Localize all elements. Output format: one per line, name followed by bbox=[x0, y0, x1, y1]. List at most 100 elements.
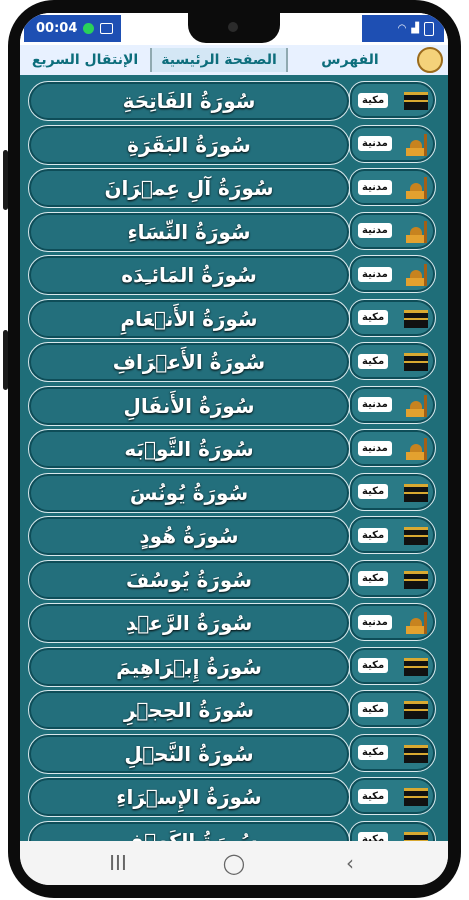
surah-name-button[interactable]: سُورَةُ الفَاتِحَةِ bbox=[28, 81, 350, 121]
surah-type-tag: مدنية bbox=[349, 603, 436, 641]
surah-row[interactable]: سُورَةُ النَّحۡلِ مكية bbox=[28, 733, 440, 774]
surah-type-tag: مكية bbox=[349, 516, 436, 554]
surah-row[interactable]: سُورَةُ الأَعۡرَافِ مكية bbox=[28, 342, 440, 382]
surah-list[interactable]: سُورَةُ الفَاتِحَةِ مكية سُورَةُ البَقَرَة… bbox=[20, 75, 448, 841]
battery-icon bbox=[424, 21, 434, 36]
surah-row[interactable]: سُورَةُ البَقَرَةِ مدنية bbox=[28, 124, 440, 165]
surah-type-tag: مكية bbox=[349, 777, 436, 815]
revelation-type-label: مكية bbox=[358, 527, 389, 543]
status-right: ◠ ▟ bbox=[362, 15, 444, 42]
surah-name-button[interactable]: سُورَةُ الكَهۡفِ bbox=[28, 820, 350, 841]
surah-name-button[interactable]: سُورَةُ هُودٍ bbox=[28, 516, 350, 556]
surah-row[interactable]: سُورَةُ الكَهۡفِ مكية bbox=[28, 820, 440, 841]
surah-name-button[interactable]: سُورَةُ آلِ عِمۡرَانَ bbox=[28, 168, 350, 208]
logo-icon bbox=[417, 47, 443, 73]
revelation-type-label: مدنية bbox=[358, 614, 392, 630]
mosque-icon bbox=[401, 392, 431, 418]
clock: 00:04 bbox=[36, 21, 78, 36]
surah-name-button[interactable]: سُورَةُ الأَعۡرَافِ bbox=[28, 342, 350, 382]
whatsapp-icon bbox=[83, 23, 95, 34]
surah-type-tag: مكية bbox=[349, 81, 436, 119]
mosque-icon bbox=[401, 218, 431, 244]
surah-row[interactable]: سُورَةُ آلِ عِمۡرَانَ مدنية bbox=[28, 168, 440, 208]
surah-name-button[interactable]: سُورَةُ الأَنۡعَامِ bbox=[28, 298, 350, 339]
mosque-icon bbox=[401, 609, 431, 635]
surah-row[interactable]: سُورَةُ يُوسُفَ مكية bbox=[28, 559, 440, 600]
surah-type-tag: مكية bbox=[349, 733, 436, 772]
tab-quick-jump[interactable]: الإنتقال السريع bbox=[20, 48, 150, 72]
kaaba-icon bbox=[401, 305, 431, 331]
surah-name-button[interactable]: سُورَةُ إِبۡرَاهِيمَ bbox=[28, 646, 350, 687]
surah-type-tag: مدنية bbox=[349, 429, 436, 467]
surah-name-button[interactable]: سُورَةُ الحِجۡرِ bbox=[28, 690, 350, 730]
kaaba-icon bbox=[401, 522, 431, 548]
app-logo[interactable] bbox=[412, 45, 448, 75]
status-left: 00:04 bbox=[24, 15, 122, 42]
surah-row[interactable]: سُورَةُ المَائـِدَه مدنية bbox=[28, 255, 440, 295]
revelation-type-label: مكية bbox=[358, 788, 389, 804]
back-button[interactable]: ‹ bbox=[325, 851, 375, 875]
kaaba-icon bbox=[401, 479, 431, 505]
surah-type-tag: مدنية bbox=[349, 255, 436, 293]
power-button bbox=[3, 330, 8, 390]
surah-name-button[interactable]: سُورَةُ النِّسَاءِ bbox=[28, 211, 350, 252]
revelation-type-label: مكية bbox=[358, 484, 389, 499]
surah-name-button[interactable]: سُورَةُ يُونُسَ bbox=[28, 472, 350, 513]
surah-type-tag: مدنية bbox=[349, 211, 436, 250]
kaaba-icon bbox=[401, 827, 431, 841]
surah-name-button[interactable]: سُورَةُ المَائـِدَه bbox=[28, 255, 350, 295]
status-bar: 00:04 ◠ ▟ bbox=[20, 13, 448, 44]
mosque-icon bbox=[401, 261, 431, 287]
nav-bar: III ◯ ‹ bbox=[20, 841, 448, 885]
signal-icon: ▟ bbox=[411, 23, 419, 34]
revelation-type-label: مكية bbox=[358, 571, 389, 586]
revelation-type-label: مكية bbox=[358, 310, 389, 325]
surah-row[interactable]: سُورَةُ النِّسَاءِ مدنية bbox=[28, 211, 440, 252]
home-button[interactable]: ◯ bbox=[209, 851, 259, 875]
surah-name-button[interactable]: سُورَةُ النَّحۡلِ bbox=[28, 733, 350, 774]
surah-name-button[interactable]: سُورَةُ التَّوۡبَه bbox=[28, 429, 350, 469]
volume-button bbox=[3, 150, 8, 210]
surah-row[interactable]: سُورَةُ يُونُسَ مكية bbox=[28, 472, 440, 513]
surah-row[interactable]: سُورَةُ الإِسۡرَاءِ مكية bbox=[28, 777, 440, 817]
surah-type-tag: مكية bbox=[349, 820, 436, 841]
revelation-type-label: مكية bbox=[358, 832, 389, 841]
surah-name-button[interactable]: سُورَةُ يُوسُفَ bbox=[28, 559, 350, 600]
surah-row[interactable]: سُورَةُ الحِجۡرِ مكية bbox=[28, 690, 440, 730]
recent-apps-button[interactable]: III bbox=[93, 851, 143, 875]
surah-type-tag: مدنية bbox=[349, 124, 436, 163]
surah-name-button[interactable]: سُورَةُ الأَنفَالِ bbox=[28, 385, 350, 426]
surah-row[interactable]: سُورَةُ إِبۡرَاهِيمَ مكية bbox=[28, 646, 440, 687]
revelation-type-label: مكية bbox=[358, 353, 389, 369]
gallery-icon bbox=[100, 23, 114, 34]
revelation-type-label: مكية bbox=[358, 701, 389, 717]
surah-name-button[interactable]: سُورَةُ الإِسۡرَاءِ bbox=[28, 777, 350, 817]
surah-type-tag: مدنية bbox=[349, 168, 436, 206]
revelation-type-label: مدنية bbox=[358, 397, 392, 412]
surah-type-tag: مكية bbox=[349, 559, 436, 598]
surah-row[interactable]: سُورَةُ التَّوۡبَه مدنية bbox=[28, 429, 440, 469]
tab-index[interactable]: الفهرس bbox=[286, 48, 412, 72]
kaaba-icon bbox=[401, 653, 431, 679]
surah-type-tag: مكية bbox=[349, 690, 436, 728]
kaaba-icon bbox=[401, 783, 431, 809]
surah-name-button[interactable]: سُورَةُ الرَّعۡدِ bbox=[28, 603, 350, 643]
kaaba-icon bbox=[401, 348, 431, 374]
surah-row[interactable]: سُورَةُ الأَنفَالِ مدنية bbox=[28, 385, 440, 426]
surah-name-button[interactable]: سُورَةُ البَقَرَةِ bbox=[28, 124, 350, 165]
revelation-type-label: مدنية bbox=[358, 136, 392, 151]
tab-bar: الفهرس الصفحة الرئيسية الإنتقال السريع bbox=[20, 45, 448, 75]
revelation-type-label: مكية bbox=[358, 92, 389, 108]
surah-row[interactable]: سُورَةُ هُودٍ مكية bbox=[28, 516, 440, 556]
mosque-icon bbox=[401, 435, 431, 461]
revelation-type-label: مكية bbox=[358, 745, 389, 760]
kaaba-icon bbox=[401, 740, 431, 766]
revelation-type-label: مدنية bbox=[358, 223, 392, 238]
revelation-type-label: مكية bbox=[358, 658, 389, 673]
surah-row[interactable]: سُورَةُ الرَّعۡدِ مدنية bbox=[28, 603, 440, 643]
revelation-type-label: مدنية bbox=[358, 179, 392, 195]
surah-row[interactable]: سُورَةُ الفَاتِحَةِ مكية bbox=[28, 81, 440, 121]
tab-home[interactable]: الصفحة الرئيسية bbox=[150, 48, 286, 72]
revelation-type-label: مدنية bbox=[358, 440, 392, 456]
surah-row[interactable]: سُورَةُ الأَنۡعَامِ مكية bbox=[28, 298, 440, 339]
